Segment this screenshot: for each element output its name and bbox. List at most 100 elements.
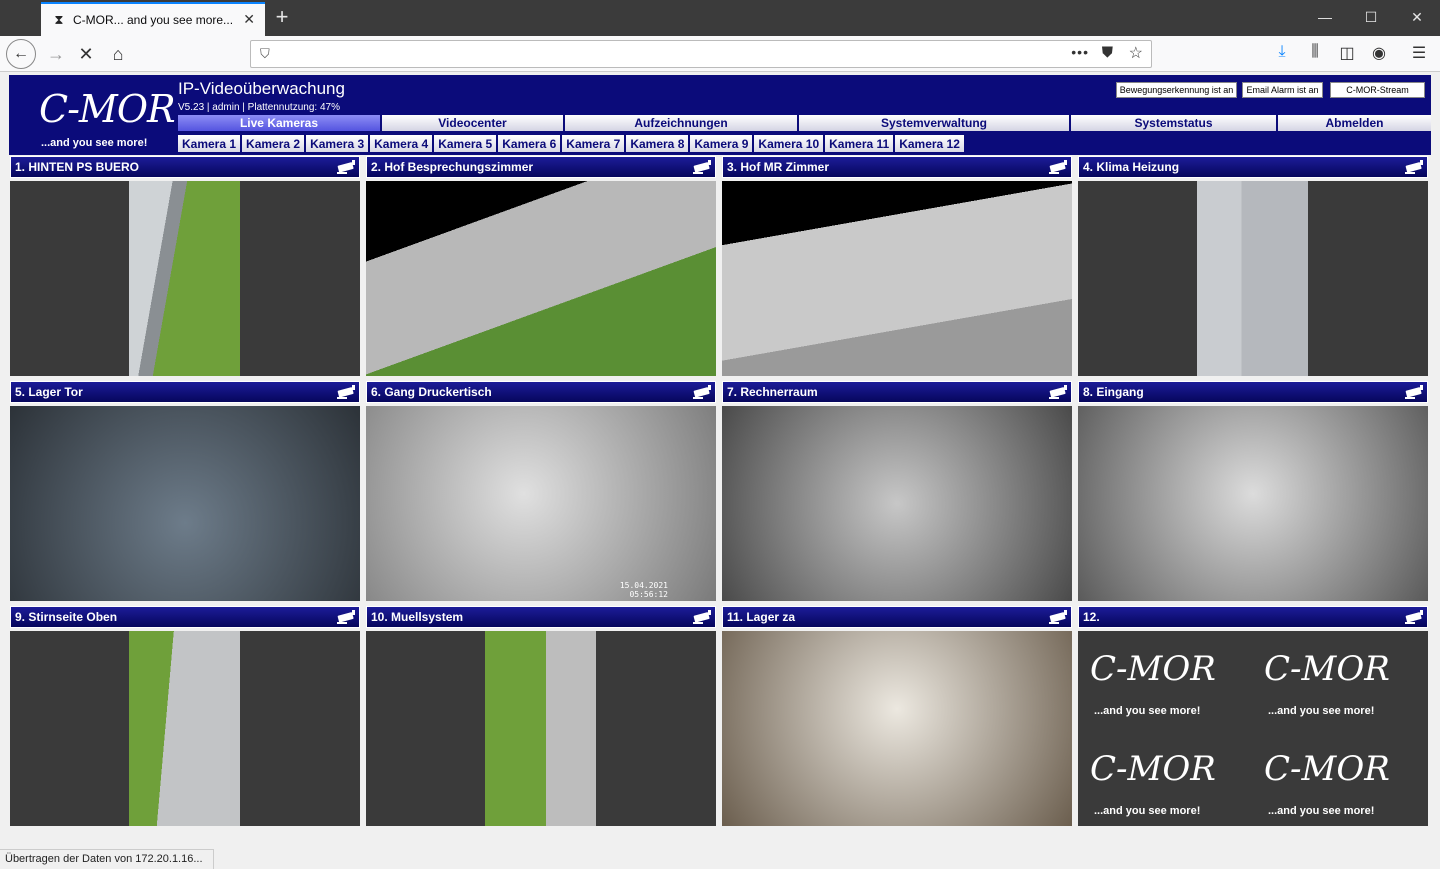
library-icon[interactable]: ⫼ xyxy=(1304,43,1326,61)
maximize-icon[interactable]: ☐ xyxy=(1348,0,1394,34)
nav-live-kameras[interactable]: Live Kameras xyxy=(178,115,382,131)
camera-view[interactable] xyxy=(10,406,360,601)
camera-view[interactable]: 15.04.2021 05:56:12 xyxy=(366,406,716,601)
camera-cell[interactable]: 12. C-MOR ...and you see more! C-MOR ...and … xyxy=(1078,606,1428,827)
camera-title-bar[interactable]: 9. Stirnseite Oben xyxy=(10,606,360,628)
camera-cell[interactable]: 8. Eingang xyxy=(1078,381,1428,602)
cam-nav-1[interactable]: Kamera 1 xyxy=(178,135,243,152)
cam-nav-3[interactable]: Kamera 3 xyxy=(306,135,371,152)
back-arrow-icon[interactable]: ← xyxy=(6,39,36,69)
minimize-icon[interactable]: — xyxy=(1302,0,1348,34)
camera-cell[interactable]: 11. Lager za xyxy=(722,606,1072,827)
camera-feed-image xyxy=(129,181,240,376)
camera-view[interactable]: C-MOR ...and you see more! C-MOR ...and you… xyxy=(1078,631,1428,826)
camera-title: 1. HINTEN PS BUERO xyxy=(15,160,140,174)
placeholder-logo-sub: ...and you see more! xyxy=(1268,705,1375,717)
camera-view[interactable] xyxy=(722,181,1072,376)
camera-title: 7. Rechnerraum xyxy=(727,385,818,399)
camera-title-bar[interactable]: 12. xyxy=(1078,606,1428,628)
cam-nav-9[interactable]: Kamera 9 xyxy=(690,135,755,152)
camera-cell[interactable]: 7. Rechnerraum xyxy=(722,381,1072,602)
close-window-icon[interactable]: ✕ xyxy=(1394,0,1440,34)
camera-view[interactable] xyxy=(366,631,716,826)
cam-nav-4[interactable]: Kamera 4 xyxy=(370,135,435,152)
placeholder-logo-sub: ...and you see more! xyxy=(1268,805,1375,817)
c-mor-stream-button[interactable]: C-MOR-Stream xyxy=(1330,82,1425,98)
tab-close-icon[interactable]: ✕ xyxy=(243,11,255,28)
camera-title: 10. Muellsystem xyxy=(371,610,464,624)
camera-cell[interactable]: 1. HINTEN PS BUERO xyxy=(10,156,360,377)
camera-title: 11. Lager za xyxy=(727,610,796,624)
placeholder-logo: C-MOR xyxy=(1090,649,1216,689)
tracking-shield-icon[interactable]: ⛉ xyxy=(260,46,270,62)
camera-view[interactable] xyxy=(10,181,360,376)
home-icon[interactable]: ⌂ xyxy=(104,40,132,68)
pocket-icon[interactable]: ⛊ xyxy=(1102,44,1113,61)
camera-view[interactable] xyxy=(10,631,360,826)
camera-view[interactable] xyxy=(1078,181,1428,376)
email-alarm-button[interactable]: Email Alarm ist an xyxy=(1242,82,1323,98)
placeholder-logo-sub: ...and you see more! xyxy=(1094,705,1201,717)
browser-status-bar: Übertragen der Daten von 172.20.1.16... xyxy=(0,849,214,869)
camera-feed-image xyxy=(366,181,716,376)
stop-loading-icon[interactable]: ✕ xyxy=(72,40,100,68)
camera-timestamp: 15.04.2021 05:56:12 xyxy=(619,581,668,599)
camera-title-bar[interactable]: 3. Hof MR Zimmer xyxy=(722,156,1072,178)
page-actions-icon[interactable]: ••• xyxy=(1071,44,1089,60)
placeholder-logo: C-MOR xyxy=(1090,749,1216,789)
browser-navbar: ← → ✕ ⌂ ⛉ ••• ⛊ ☆ ⤓ ⫼ ◫ ◉ ☰ xyxy=(0,36,1440,72)
nav-systemstatus[interactable]: Systemstatus xyxy=(1071,115,1278,131)
cam-nav-11[interactable]: Kamera 11 xyxy=(825,135,896,152)
camera-title-bar[interactable]: 2. Hof Besprechungszimmer xyxy=(366,156,716,178)
nav-systemverwaltung[interactable]: Systemverwaltung xyxy=(799,115,1071,131)
camera-nav: Kamera 1 Kamera 2 Kamera 3 Kamera 4 Kame… xyxy=(178,135,966,152)
camera-title: 4. Klima Heizung xyxy=(1083,160,1180,174)
sidebar-icon[interactable]: ◫ xyxy=(1336,43,1358,63)
nav-aufzeichnungen[interactable]: Aufzeichnungen xyxy=(565,115,799,131)
camera-title-bar[interactable]: 10. Muellsystem xyxy=(366,606,716,628)
browser-tab[interactable]: ⧗ C-MOR... and you see more... ✕ xyxy=(41,2,265,36)
new-tab-icon[interactable]: + xyxy=(272,5,292,29)
camera-title-bar[interactable]: 11. Lager za xyxy=(722,606,1072,628)
camera-view[interactable] xyxy=(722,406,1072,601)
camera-title-bar[interactable]: 8. Eingang xyxy=(1078,381,1428,403)
cam-nav-8[interactable]: Kamera 8 xyxy=(626,135,691,152)
cam-nav-7[interactable]: Kamera 7 xyxy=(562,135,627,152)
camera-title-bar[interactable]: 7. Rechnerraum xyxy=(722,381,1072,403)
camera-cell[interactable]: 10. Muellsystem xyxy=(366,606,716,827)
nav-abmelden[interactable]: Abmelden xyxy=(1278,115,1431,131)
cam-nav-5[interactable]: Kamera 5 xyxy=(434,135,499,152)
camera-feed-image xyxy=(366,406,716,601)
c-mor-logo[interactable]: C-MOR ...and you see more! xyxy=(9,75,177,155)
url-bar[interactable]: ⛉ ••• ⛊ ☆ xyxy=(250,40,1152,68)
camera-feed-image xyxy=(1197,181,1308,376)
menu-icon[interactable]: ☰ xyxy=(1408,43,1430,63)
camera-view[interactable] xyxy=(366,181,716,376)
camera-cell[interactable]: 9. Stirnseite Oben xyxy=(10,606,360,827)
cam-nav-12[interactable]: Kamera 12 xyxy=(895,135,966,152)
forward-arrow-icon[interactable]: → xyxy=(42,40,70,68)
account-icon[interactable]: ◉ xyxy=(1368,43,1390,63)
motion-detection-button[interactable]: Bewegungserkennung ist an xyxy=(1116,82,1237,98)
camera-title-bar[interactable]: 1. HINTEN PS BUERO xyxy=(10,156,360,178)
camera-cell[interactable]: 4. Klima Heizung xyxy=(1078,156,1428,377)
camera-title: 3. Hof MR Zimmer xyxy=(727,160,830,174)
bookmark-star-icon[interactable]: ☆ xyxy=(1129,43,1143,63)
camera-title: 6. Gang Druckertisch xyxy=(371,385,492,399)
camera-title-bar[interactable]: 6. Gang Druckertisch xyxy=(366,381,716,403)
camera-view[interactable] xyxy=(722,631,1072,826)
camera-title-bar[interactable]: 5. Lager Tor xyxy=(10,381,360,403)
camera-cell[interactable]: 5. Lager Tor xyxy=(10,381,360,602)
logo-sub: ...and you see more! xyxy=(41,137,148,149)
cam-nav-2[interactable]: Kamera 2 xyxy=(242,135,307,152)
camera-cell[interactable]: 3. Hof MR Zimmer xyxy=(722,156,1072,377)
camera-title-bar[interactable]: 4. Klima Heizung xyxy=(1078,156,1428,178)
camera-cell[interactable]: 6. Gang Druckertisch 15.04.2021 05:56:12 xyxy=(366,381,716,602)
nav-videocenter[interactable]: Videocenter xyxy=(382,115,565,131)
downloads-icon[interactable]: ⤓ xyxy=(1271,43,1293,61)
cam-nav-6[interactable]: Kamera 6 xyxy=(498,135,563,152)
camera-title: 8. Eingang xyxy=(1083,385,1144,399)
camera-view[interactable] xyxy=(1078,406,1428,601)
camera-cell[interactable]: 2. Hof Besprechungszimmer xyxy=(366,156,716,377)
cam-nav-10[interactable]: Kamera 10 xyxy=(754,135,826,152)
